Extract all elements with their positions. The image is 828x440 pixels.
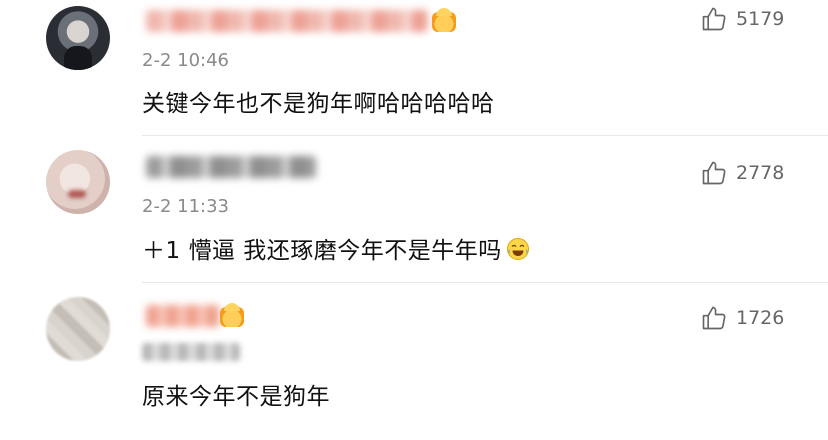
like-button[interactable]: 1726	[700, 303, 784, 333]
comment-list: 2-2 10:46 关键今年也不是狗年啊哈哈哈哈哈 5179 2-2 11:33…	[0, 0, 828, 440]
avatar[interactable]	[46, 150, 110, 214]
divider	[142, 282, 828, 283]
like-button[interactable]: 2778	[700, 158, 784, 188]
comment-text-content: ＋1 懵逼 我还琢磨今年不是牛年吗	[142, 238, 502, 264]
timestamp-blurred	[142, 343, 240, 361]
comment-item: 2-2 10:46 关键今年也不是狗年啊哈哈哈哈哈 5179	[0, 0, 828, 140]
username-blurred[interactable]	[146, 156, 316, 178]
vip-crown-icon	[432, 8, 456, 32]
username-blurred[interactable]	[146, 305, 220, 327]
like-count: 1726	[736, 307, 785, 329]
thumbs-up-icon	[702, 306, 726, 330]
like-count: 2778	[736, 162, 785, 184]
comment-text: 关键今年也不是狗年啊哈哈哈哈哈	[142, 91, 495, 117]
comment-item: 原来今年不是狗年 1726	[0, 285, 828, 440]
thumbs-up-icon	[702, 161, 726, 185]
avatar[interactable]	[46, 297, 110, 361]
thumbs-up-icon	[702, 7, 726, 31]
comment-text: ＋1 懵逼 我还琢磨今年不是牛年吗	[142, 231, 530, 265]
vip-crown-icon	[220, 303, 244, 327]
divider	[142, 135, 828, 136]
like-button[interactable]: 5179	[700, 4, 784, 34]
comment-text: 原来今年不是狗年	[142, 384, 330, 410]
like-count: 5179	[736, 8, 785, 30]
comment-item: 2-2 11:33 ＋1 懵逼 我还琢磨今年不是牛年吗 2778	[0, 140, 828, 285]
laughing-tears-emoji	[506, 238, 529, 260]
comment-timestamp: 2-2 10:46	[142, 50, 229, 71]
username-blurred[interactable]	[146, 10, 428, 32]
avatar[interactable]	[46, 6, 110, 70]
comment-timestamp: 2-2 11:33	[142, 196, 229, 217]
